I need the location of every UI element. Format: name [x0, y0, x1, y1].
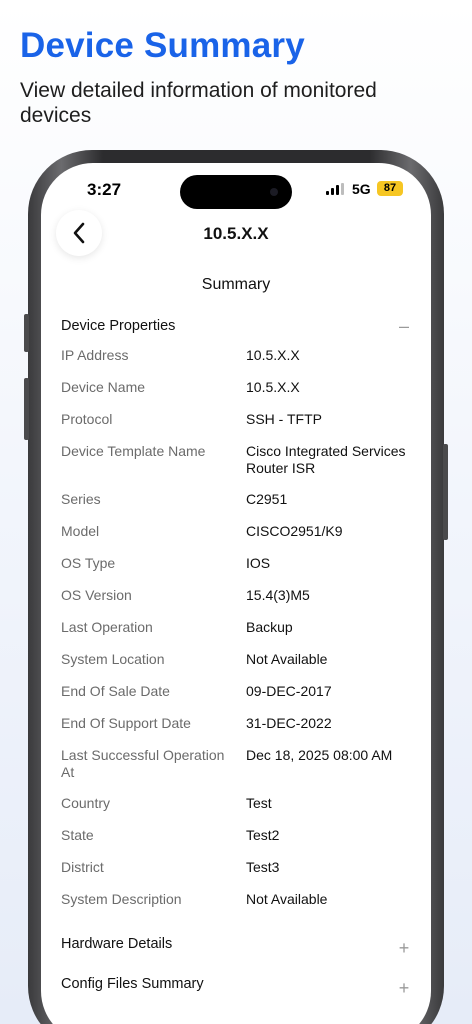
property-value: IOS	[246, 555, 271, 571]
property-value: Test	[246, 795, 272, 811]
status-time: 3:27	[87, 180, 122, 199]
battery-icon: 87	[377, 181, 403, 196]
hardware-details-section-header[interactable]: Hardware Details +	[61, 933, 411, 958]
property-value: Test2	[246, 827, 280, 843]
property-label: Last Operation	[61, 619, 153, 635]
expand-icon[interactable]: +	[397, 938, 411, 959]
network-type: 5G	[352, 181, 371, 197]
property-value: 09-DEC-2017	[246, 683, 332, 699]
signal-icon	[326, 183, 344, 195]
config-files-section-header[interactable]: Config Files Summary +	[61, 973, 411, 998]
property-label: System Description	[61, 891, 182, 907]
property-value: Dec 18, 2025 08:00 AM	[246, 747, 393, 763]
property-value: CISCO2951/K9	[246, 523, 343, 539]
camera-dot	[270, 188, 278, 196]
property-value: 31-DEC-2022	[246, 715, 332, 731]
dynamic-island	[180, 175, 292, 209]
property-value: Backup	[246, 619, 293, 635]
section-title: Device Properties	[61, 318, 176, 334]
phone-screen: 3:27 5G 87 10.5.X.X Summary Device Prope…	[41, 163, 431, 1024]
property-label: OS Version	[61, 587, 132, 603]
property-label: Device Template Name	[61, 443, 206, 459]
property-value: 15.4(3)M5	[246, 587, 310, 603]
phone-power-button	[443, 444, 448, 540]
property-label: System Location	[61, 651, 165, 667]
expand-icon[interactable]: +	[397, 978, 411, 999]
property-value: Test3	[246, 859, 280, 875]
property-label: Country	[61, 795, 111, 811]
property-label: OS Type	[61, 555, 116, 571]
property-label: State	[61, 827, 94, 843]
page-title: 10.5.X.X	[203, 224, 269, 243]
collapse-icon[interactable]: –	[397, 316, 411, 337]
property-label: IP Address	[61, 347, 129, 363]
property-value: Cisco Integrated Services Router ISR	[246, 443, 406, 476]
property-value: SSH - TFTP	[246, 411, 322, 427]
property-value: 10.5.X.X	[246, 379, 300, 395]
section-title: Config Files Summary	[61, 976, 204, 992]
property-label: End Of Sale Date	[61, 683, 170, 699]
property-value: Not Available	[246, 891, 328, 907]
section-title: Hardware Details	[61, 936, 173, 952]
property-value: C2951	[246, 491, 288, 507]
property-label: End Of Support Date	[61, 715, 191, 731]
property-label: Device Name	[61, 379, 146, 395]
property-label: Protocol	[61, 411, 113, 427]
device-properties-section-header[interactable]: Device Properties –	[61, 315, 411, 337]
summary-heading: Summary	[201, 276, 271, 293]
property-label: Last Successful Operation At	[61, 747, 225, 780]
phone-silent-switch	[24, 314, 29, 352]
property-label: District	[61, 859, 104, 875]
property-value: 10.5.X.X	[246, 347, 300, 363]
promo-title: Device Summary	[20, 26, 305, 65]
promo-subtitle: View detailed information of monitored d…	[20, 79, 377, 127]
property-label: Model	[61, 523, 100, 539]
phone-volume-up	[24, 378, 29, 440]
property-value: Not Available	[246, 651, 328, 667]
property-label: Series	[61, 491, 101, 507]
